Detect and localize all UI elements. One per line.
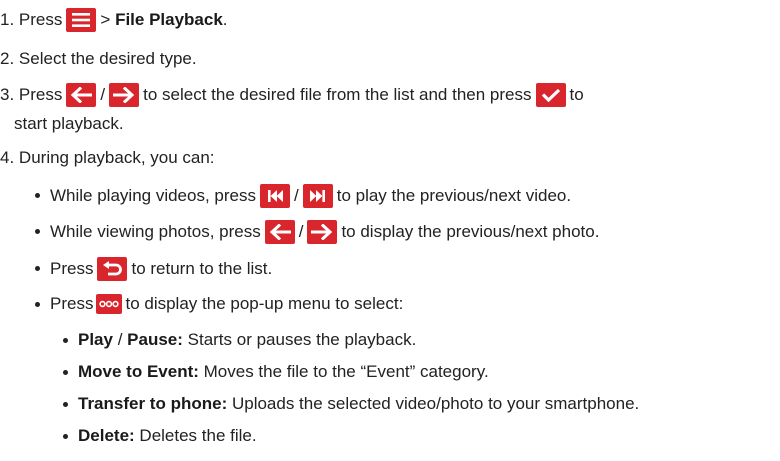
step-1: 1. Press > File Playback. [0,8,228,32]
menu-option-move-to-event: Move to Event: Moves the file to the “Ev… [78,362,489,381]
bullet [35,193,40,198]
bullet [35,266,40,271]
step-number: 1. [0,10,15,29]
arrow-right-icon [307,220,338,244]
menu-option-delete: Delete: Deletes the file. [78,426,257,445]
menu-icon [66,8,97,32]
arrow-right-icon [109,83,140,107]
bullet [35,302,40,307]
bullet [63,338,68,343]
menu-option-play-pause: Play / Pause: Starts or pauses the playb… [78,330,417,349]
step-2: 2. Select the desired type. [0,49,197,68]
return-icon [97,257,128,281]
bullet [35,229,40,234]
step-3-continued: start playback. [14,114,124,133]
bullet-return: Press to return to the list. [50,257,272,281]
arrow-left-icon [264,220,295,244]
bullet [63,434,68,439]
menu-item-file-playback: File Playback [115,10,223,29]
step-4: 4. During playback, you can: [0,148,215,167]
bullet-popup-menu: Press to display the pop-up menu to sele… [50,294,404,314]
checkmark-icon [535,83,566,107]
bullet-prev-next-photo: While viewing photos, press / to display… [50,220,599,244]
skip-previous-icon [259,184,290,208]
bullet-prev-next-video: While playing videos, press / to play th… [50,184,571,208]
menu-option-transfer-to-phone: Transfer to phone: Uploads the selected … [78,394,640,413]
bullet [63,402,68,407]
arrow-left-icon [66,83,97,107]
bullet [63,370,68,375]
step-number: 3. [0,85,15,104]
skip-next-icon [302,184,333,208]
step-number: 2. [0,49,15,68]
step-3: 3. Press / to select the desired file fr… [0,83,584,107]
step-number: 4. [0,148,15,167]
more-options-icon [96,294,123,314]
